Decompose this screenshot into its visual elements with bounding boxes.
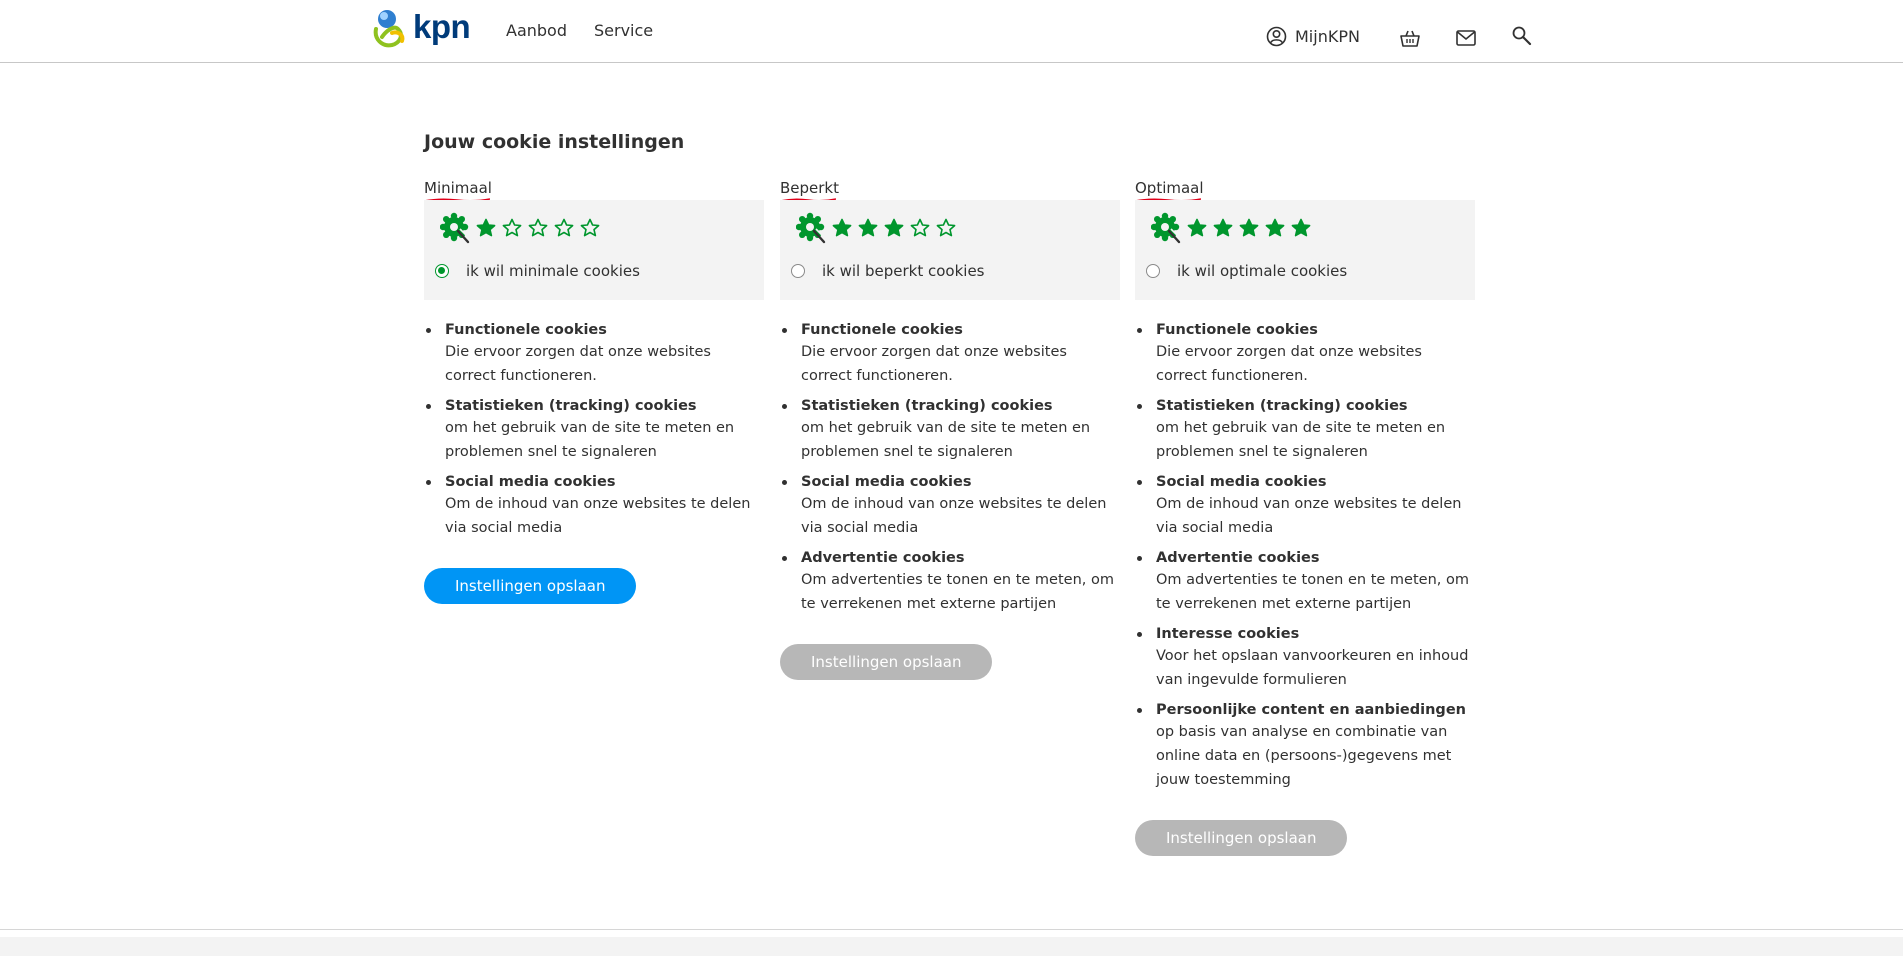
radio-button[interactable] xyxy=(791,264,805,278)
footer xyxy=(0,937,1903,956)
star-filled-icon xyxy=(858,218,878,237)
cookie-gear-icon xyxy=(1151,212,1181,244)
feature-list: Functionele cookies Die ervoor zorgen dat… xyxy=(424,320,764,540)
feature-title: Social media cookies xyxy=(445,474,616,490)
footer-divider xyxy=(0,929,1903,930)
feature-title: Persoonlijke content en aanbiedingen xyxy=(1156,702,1466,718)
radio-label[interactable]: ik wil beperkt cookies xyxy=(822,262,985,280)
cookie-level-optimaal: Optimaal ik wil optimale cookies Functio… xyxy=(1135,178,1475,856)
level-option[interactable]: ik wil optimale cookies xyxy=(1146,262,1347,280)
cookie-gear-icon xyxy=(440,212,470,244)
feature-list: Functionele cookies Die ervoor zorgen dat… xyxy=(1135,320,1475,792)
feature-item: Social media cookies Om de inhoud van onz… xyxy=(424,472,764,540)
feature-item: Statistieken (tracking) cookies om het ge… xyxy=(424,396,764,464)
nav-aanbod[interactable]: Aanbod xyxy=(506,21,567,40)
feature-description: Die ervoor zorgen dat onze websites corr… xyxy=(801,344,1067,384)
feature-item: Functionele cookies Die ervoor zorgen dat… xyxy=(1135,320,1475,388)
feature-description: Voor het opslaan vanvoorkeuren en inhoud… xyxy=(1156,648,1469,688)
level-card[interactable]: ik wil optimale cookies xyxy=(1135,200,1475,300)
save-settings-button[interactable]: Instellingen opslaan xyxy=(780,644,993,680)
feature-title: Statistieken (tracking) cookies xyxy=(445,398,697,414)
cookie-gear-icon xyxy=(796,212,826,244)
feature-title: Statistieken (tracking) cookies xyxy=(1156,398,1408,414)
cookie-level-beperkt: Beperkt ik wil beperkt cookies Functione… xyxy=(780,178,1120,680)
level-card[interactable]: ik wil beperkt cookies xyxy=(780,200,1120,300)
feature-item: Interesse cookies Voor het opslaan vanvoo… xyxy=(1135,624,1475,692)
page-title: Jouw cookie instellingen xyxy=(424,131,685,153)
rating-stars xyxy=(1151,212,1311,244)
mail-icon[interactable] xyxy=(1455,27,1477,49)
logo-text: kpn xyxy=(413,7,471,45)
star-outline-icon xyxy=(580,218,600,237)
feature-item: Statistieken (tracking) cookies om het ge… xyxy=(1135,396,1475,464)
feature-description: Die ervoor zorgen dat onze websites corr… xyxy=(1156,344,1422,384)
feature-item: Statistieken (tracking) cookies om het ge… xyxy=(780,396,1120,464)
search-icon[interactable] xyxy=(1511,25,1533,47)
radio-button[interactable] xyxy=(1146,264,1160,278)
level-option[interactable]: ik wil beperkt cookies xyxy=(791,262,985,280)
feature-list: Functionele cookies Die ervoor zorgen dat… xyxy=(780,320,1120,616)
star-outline-icon xyxy=(910,218,930,237)
star-filled-icon xyxy=(476,218,496,237)
feature-title: Interesse cookies xyxy=(1156,626,1300,642)
site-header: kpn Aanbod Service MijnKPN xyxy=(0,0,1903,63)
mijnkpn-label: MijnKPN xyxy=(1295,27,1360,46)
feature-title: Statistieken (tracking) cookies xyxy=(801,398,1053,414)
feature-item: Social media cookies Om de inhoud van onz… xyxy=(1135,472,1475,540)
star-filled-icon xyxy=(884,218,904,237)
star-filled-icon xyxy=(1187,218,1207,237)
feature-item: Persoonlijke content en aanbiedingen op b… xyxy=(1135,700,1475,792)
feature-item: Functionele cookies Die ervoor zorgen dat… xyxy=(780,320,1120,388)
feature-description: Om de inhoud van onze websites te delen … xyxy=(801,496,1107,536)
feature-description: Die ervoor zorgen dat onze websites corr… xyxy=(445,344,711,384)
star-outline-icon xyxy=(528,218,548,237)
star-outline-icon xyxy=(502,218,522,237)
user-circle-icon xyxy=(1266,26,1287,47)
feature-description: Om de inhoud van onze websites te delen … xyxy=(1156,496,1462,536)
mijnkpn-link[interactable]: MijnKPN xyxy=(1266,26,1360,47)
feature-description: Om advertenties te tonen en te meten, om… xyxy=(801,572,1114,612)
star-filled-icon xyxy=(1239,218,1259,237)
feature-description: Om de inhoud van onze websites te delen … xyxy=(445,496,751,536)
basket-icon[interactable] xyxy=(1399,28,1421,50)
level-option[interactable]: ik wil minimale cookies xyxy=(435,262,640,280)
feature-item: Functionele cookies Die ervoor zorgen dat… xyxy=(424,320,764,388)
feature-item: Social media cookies Om de inhoud van onz… xyxy=(780,472,1120,540)
star-filled-icon xyxy=(832,218,852,237)
feature-description: op basis van analyse en combinatie van o… xyxy=(1156,724,1452,788)
star-outline-icon xyxy=(554,218,574,237)
feature-title: Social media cookies xyxy=(1156,474,1327,490)
level-name: Beperkt xyxy=(780,178,839,202)
radio-button[interactable] xyxy=(435,264,449,278)
feature-description: om het gebruik van de site te meten en p… xyxy=(801,420,1091,460)
feature-title: Functionele cookies xyxy=(801,322,963,338)
feature-title: Advertentie cookies xyxy=(801,550,965,566)
level-card[interactable]: ik wil minimale cookies xyxy=(424,200,764,300)
rating-stars xyxy=(796,212,956,244)
star-outline-icon xyxy=(936,218,956,237)
feature-title: Functionele cookies xyxy=(1156,322,1318,338)
save-settings-button[interactable]: Instellingen opslaan xyxy=(1135,820,1348,856)
rating-stars xyxy=(440,212,600,244)
star-filled-icon xyxy=(1213,218,1233,237)
kpn-logo-icon xyxy=(373,10,405,48)
star-filled-icon xyxy=(1291,218,1311,237)
level-name: Optimaal xyxy=(1135,178,1204,202)
cookie-level-minimaal: Minimaal ik wil minimale cookies Functio… xyxy=(424,178,764,604)
feature-description: om het gebruik van de site te meten en p… xyxy=(1156,420,1446,460)
feature-title: Advertentie cookies xyxy=(1156,550,1320,566)
feature-title: Functionele cookies xyxy=(445,322,607,338)
star-filled-icon xyxy=(1265,218,1285,237)
nav-service[interactable]: Service xyxy=(594,21,653,40)
feature-description: Om advertenties te tonen en te meten, om… xyxy=(1156,572,1469,612)
feature-item: Advertentie cookies Om advertenties te to… xyxy=(1135,548,1475,616)
radio-label[interactable]: ik wil optimale cookies xyxy=(1177,262,1347,280)
feature-description: om het gebruik van de site te meten en p… xyxy=(445,420,735,460)
radio-label[interactable]: ik wil minimale cookies xyxy=(466,262,640,280)
level-name: Minimaal xyxy=(424,178,492,202)
feature-item: Advertentie cookies Om advertenties te to… xyxy=(780,548,1120,616)
feature-title: Social media cookies xyxy=(801,474,972,490)
kpn-logo[interactable]: kpn xyxy=(372,7,471,49)
save-settings-button[interactable]: Instellingen opslaan xyxy=(424,568,637,604)
